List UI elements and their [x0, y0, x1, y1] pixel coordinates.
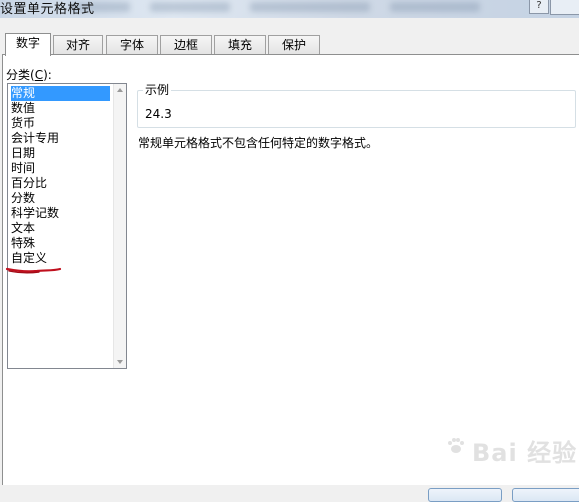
red-underline-annotation — [5, 267, 62, 274]
cancel-button[interactable] — [512, 488, 579, 502]
list-item-scientific[interactable]: 科学记数 — [11, 206, 110, 221]
list-item-percentage[interactable]: 百分比 — [11, 176, 110, 191]
list-item-time[interactable]: 时间 — [11, 161, 110, 176]
paw-logo-icon — [448, 438, 464, 453]
list-item-date[interactable]: 日期 — [11, 146, 110, 161]
list-scrollbar[interactable] — [113, 84, 126, 368]
blurred-title-area — [150, 2, 230, 12]
list-item-text[interactable]: 文本 — [11, 221, 110, 236]
list-item-currency[interactable]: 货币 — [11, 116, 110, 131]
scroll-up-icon[interactable] — [117, 88, 123, 92]
sample-value: 24.3 — [145, 107, 172, 121]
ok-button[interactable] — [428, 488, 502, 502]
tab-font[interactable]: 字体 — [106, 35, 158, 54]
title-bar: 设置单元格格式 ? — [0, 0, 579, 18]
list-item-fraction[interactable]: 分数 — [11, 191, 110, 206]
watermark-text: Bai 经验 — [472, 439, 578, 467]
category-label: 分类(C): — [6, 68, 52, 82]
close-button[interactable] — [550, 0, 579, 15]
category-accesskey: C — [34, 68, 44, 82]
list-item-general[interactable]: 常规 — [11, 86, 110, 101]
help-button[interactable]: ? — [529, 0, 549, 14]
tab-number[interactable]: 数字 — [5, 33, 51, 56]
tab-protection[interactable]: 保护 — [268, 35, 320, 54]
sample-group — [137, 90, 576, 128]
category-list[interactable]: 常规 数值 货币 会计专用 日期 时间 百分比 分数 科学记数 文本 特殊 自定… — [7, 83, 127, 369]
tab-alignment[interactable]: 对齐 — [53, 35, 103, 54]
blurred-title-area — [390, 2, 480, 12]
format-description: 常规单元格格式不包含任何特定的数字格式。 — [138, 136, 379, 150]
list-item-special[interactable]: 特殊 — [11, 236, 110, 251]
tab-fill[interactable]: 填充 — [214, 35, 266, 54]
blurred-title-area — [250, 2, 370, 12]
list-item-number[interactable]: 数值 — [11, 101, 110, 116]
tab-border[interactable]: 边框 — [160, 35, 212, 54]
dialog-title: 设置单元格格式 — [0, 2, 95, 17]
list-item-accounting[interactable]: 会计专用 — [11, 131, 110, 146]
sample-title: 示例 — [143, 81, 172, 98]
scroll-down-icon[interactable] — [117, 360, 123, 364]
